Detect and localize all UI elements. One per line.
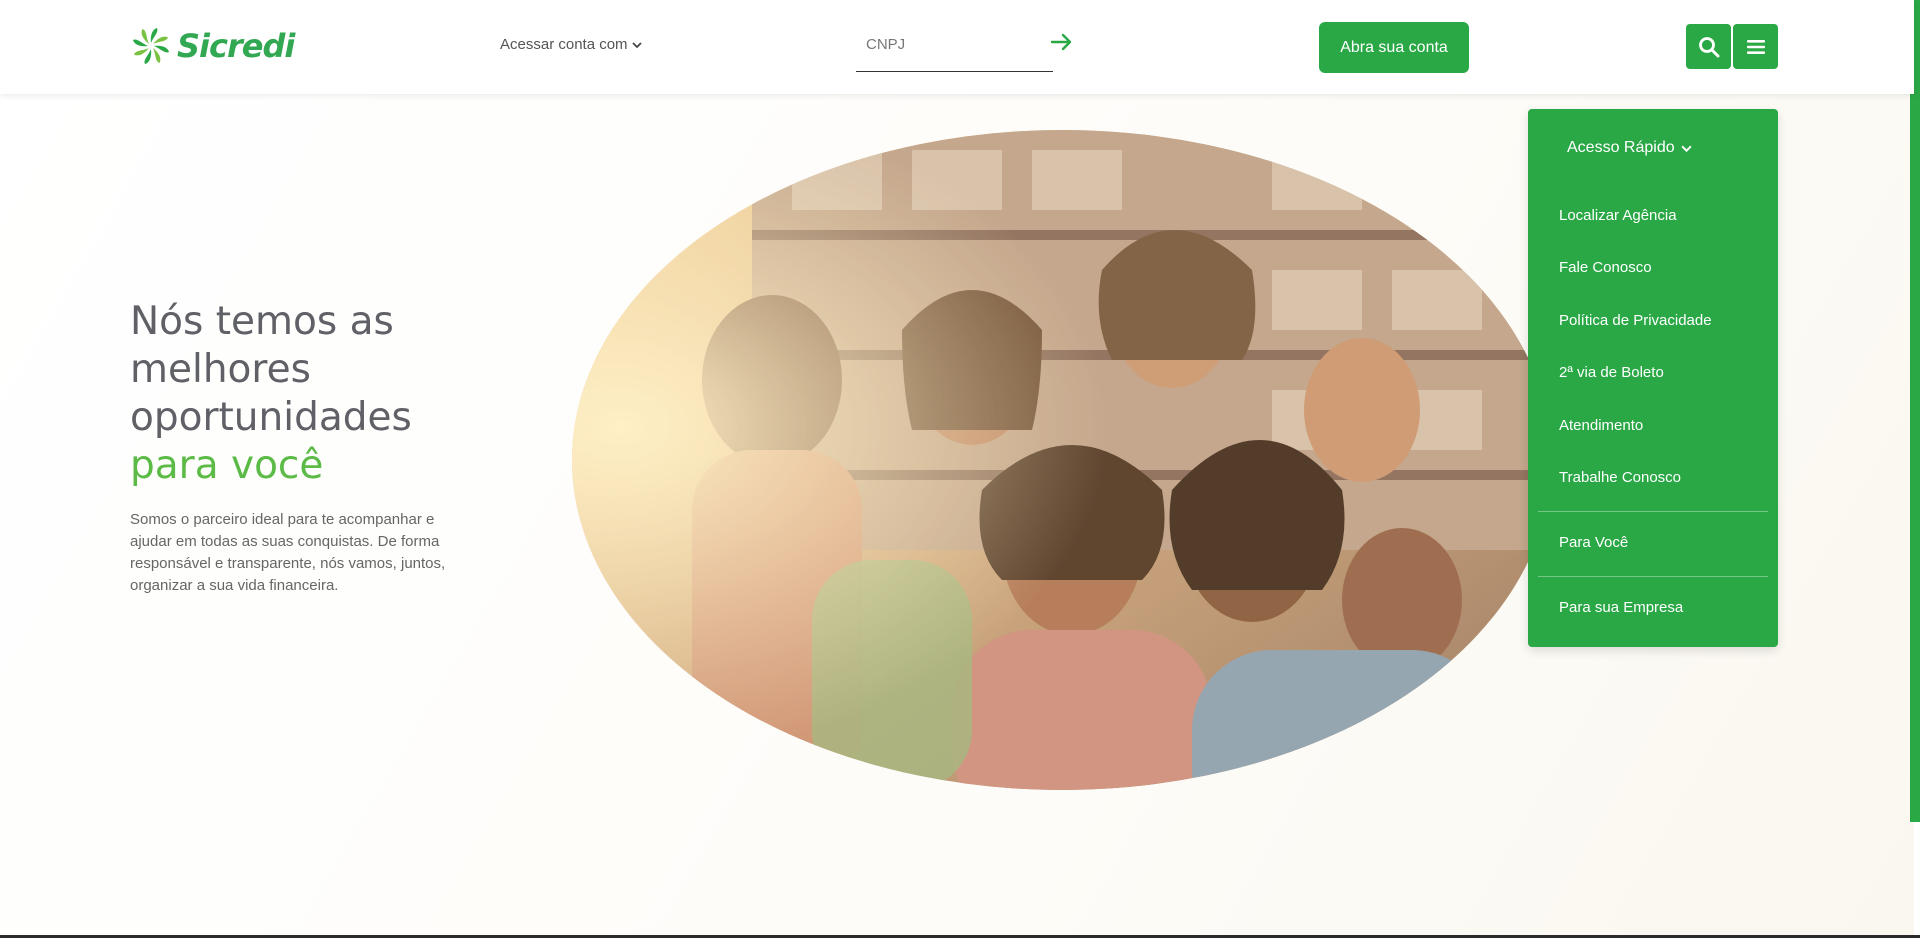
menu-divider bbox=[1538, 576, 1768, 577]
group-of-friends-image bbox=[572, 130, 1552, 790]
chevron-down-icon bbox=[1681, 145, 1692, 152]
search-button[interactable] bbox=[1686, 24, 1731, 69]
menu-item-trabalhe-conosco[interactable]: Trabalhe Conosco bbox=[1559, 469, 1681, 486]
right-edge-accent-bar bbox=[1910, 0, 1920, 822]
hero-title-line: Nós temos as bbox=[130, 299, 394, 344]
chevron-down-icon bbox=[631, 41, 642, 48]
menu-item-segunda-via-boleto[interactable]: 2ª via de Boleto bbox=[1559, 364, 1664, 381]
hero-description: Somos o parceiro ideal para te acompanha… bbox=[130, 511, 446, 594]
logo[interactable]: Sicredi bbox=[131, 26, 295, 66]
hero-title-line: oportunidades bbox=[130, 395, 412, 440]
logo-text: Sicredi bbox=[177, 27, 295, 65]
menu-item-localizar-agencia[interactable]: Localizar Agência bbox=[1559, 207, 1677, 224]
arrow-right-icon[interactable] bbox=[1050, 32, 1074, 52]
hero-title-accent: para você bbox=[130, 443, 324, 488]
site-header: Sicredi Acessar conta com Abra sua conta bbox=[0, 0, 1914, 94]
menu-item-atendimento[interactable]: Atendimento bbox=[1559, 417, 1643, 434]
page: Sicredi Acessar conta com Abra sua conta… bbox=[0, 0, 1920, 938]
account-access-select[interactable]: Acessar conta com bbox=[500, 36, 642, 53]
cnpj-input[interactable] bbox=[866, 36, 1026, 53]
sicredi-logo-mark-icon bbox=[133, 28, 169, 64]
cnpj-field-wrapper bbox=[856, 28, 1053, 72]
menu-section-para-voce[interactable]: Para Você bbox=[1559, 534, 1628, 551]
quick-access-label: Acesso Rápido bbox=[1567, 139, 1675, 156]
hero-title-line: melhores bbox=[130, 347, 311, 392]
search-icon bbox=[1698, 36, 1719, 57]
menu-section-para-sua-empresa[interactable]: Para sua Empresa bbox=[1559, 599, 1683, 616]
account-access-label: Acessar conta com bbox=[500, 36, 628, 53]
hero-photo bbox=[572, 130, 1552, 790]
quick-access-toggle[interactable]: Acesso Rápido bbox=[1567, 139, 1692, 157]
hero-title: Nós temos as melhores oportunidades para… bbox=[130, 298, 412, 490]
menu-item-politica-de-privacidade[interactable]: Política de Privacidade bbox=[1559, 312, 1712, 329]
quick-access-dropdown: Acesso Rápido Localizar Agência Fale Con… bbox=[1528, 109, 1778, 647]
menu-divider bbox=[1538, 511, 1768, 512]
open-account-button[interactable]: Abra sua conta bbox=[1319, 22, 1469, 73]
menu-button[interactable] bbox=[1733, 24, 1778, 69]
menu-item-fale-conosco[interactable]: Fale Conosco bbox=[1559, 259, 1652, 276]
hamburger-menu-icon bbox=[1746, 39, 1765, 54]
